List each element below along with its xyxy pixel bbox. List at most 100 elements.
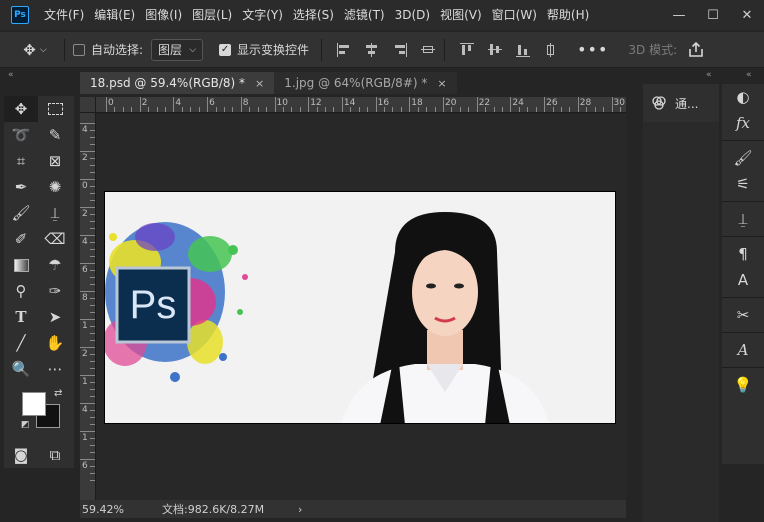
maximize-button[interactable]: ☐ [696,0,730,30]
move-tool-preset[interactable]: ✥ ⌵ [14,41,56,59]
menu-filter[interactable]: 滤镜(T) [339,0,390,30]
menu-select[interactable]: 选择(S) [288,0,339,30]
show-transform-checkbox[interactable]: ✓ [219,43,232,56]
collapse-panel-icon[interactable]: « [706,70,712,80]
move-tool-icon[interactable]: ✥ [4,96,38,122]
pen-tool-icon[interactable]: ✑ [38,278,72,304]
align-middle-vertical-icon[interactable] [487,42,503,58]
history-brush-tool-icon[interactable]: ✐ [4,226,38,252]
frame-tool-icon[interactable]: ⊠ [38,148,72,174]
ruler-minor-tick [90,333,95,334]
ruler-tick [274,97,276,112]
tool-presets-icon[interactable]: ✂ [722,302,764,328]
photoshop-logo[interactable]: Ps [11,6,29,24]
ruler-minor-tick [90,466,95,467]
menu-edit[interactable]: 编辑(E) [89,0,140,30]
ruler-minor-tick [90,298,95,299]
more-options-icon[interactable]: ••• [577,40,608,59]
align-bottom-icon[interactable] [515,42,531,58]
default-colors-icon[interactable]: ◩ [21,420,30,430]
character-styles-icon[interactable]: A [722,267,764,293]
tab-1-jpg[interactable]: 1.jpg @ 64%(RGB/8#) * × [274,72,457,94]
menu-image[interactable]: 图像(I) [140,0,187,30]
clone-stamp-tool-icon[interactable]: ⍊ [38,200,72,226]
close-icon[interactable]: × [255,77,264,90]
glyphs-icon[interactable]: A [722,337,764,363]
foreground-color-swatch[interactable] [22,392,46,416]
align-top-icon[interactable] [459,42,475,58]
fx-styles-icon[interactable]: fx [722,110,764,136]
eyedropper-tool-icon[interactable]: ✒ [4,174,38,200]
ruler-minor-tick [90,445,95,446]
adjustments-icon[interactable]: ◐ [722,84,764,110]
status-menu-arrow[interactable]: › [298,503,302,516]
eraser-tool-icon[interactable]: ⌫ [38,226,72,252]
ruler-label: 8 [242,98,249,108]
align-center-horizontal-icon[interactable] [364,42,380,58]
auto-select-checkbox[interactable] [73,43,85,56]
quick-selection-tool-icon[interactable]: ✎ [38,122,72,148]
zoom-tool-icon[interactable]: 🔍 [4,356,38,382]
screen-mode-icon[interactable]: ⧉ [38,442,72,468]
tab-18-psd[interactable]: 18.psd @ 59.4%(RGB/8) * × [80,72,275,94]
ruler-minor-tick [518,107,520,112]
share-icon[interactable] [687,41,705,59]
brush-settings-icon[interactable]: 🖌 [722,145,764,171]
menu-window[interactable]: 窗口(W) [487,0,542,30]
dodge-tool-icon[interactable]: ⚲ [4,278,38,304]
learn-icon[interactable]: 💡 [722,372,764,398]
close-button[interactable]: ✕ [730,0,764,30]
document-workspace[interactable]: Ps [96,114,626,500]
path-selection-tool-icon[interactable]: ➤ [38,304,72,330]
lasso-tool-icon[interactable]: ➰ [4,122,38,148]
menu-layer[interactable]: 图层(L) [187,0,237,30]
minimize-button[interactable]: — [662,0,696,30]
document-canvas[interactable]: Ps [104,191,616,424]
ruler-tick [106,97,107,112]
blur-tool-icon[interactable]: ☂ [38,252,72,278]
menu-file[interactable]: 文件(F) [39,0,89,30]
spot-healing-tool-icon[interactable]: ✺ [38,174,72,200]
ruler-minor-tick [90,172,95,173]
chevron-down-icon: ⌵ [39,44,47,55]
brush-presets-icon[interactable]: ⚟ [722,171,764,197]
hand-tool-icon[interactable]: ✋ [38,330,72,356]
horizontal-ruler[interactable]: 0 2 4 6 8 10 12 14 16 18 20 22 24 26 28 30 [96,97,626,113]
align-right-icon[interactable] [392,42,408,58]
collapse-dock-icon[interactable]: « [746,70,752,80]
menu-view[interactable]: 视图(V) [435,0,487,30]
type-tool-icon[interactable]: T [4,304,38,330]
gradient-tool-icon[interactable] [4,252,38,278]
quick-mask-icon[interactable]: ◙ [4,442,38,468]
marquee-tool-icon[interactable] [38,96,72,122]
ruler-minor-tick [493,107,495,112]
menu-3d[interactable]: 3D(D) [390,0,435,30]
ruler-minor-tick [90,326,95,327]
align-left-icon[interactable] [336,42,352,58]
ruler-minor-tick [90,340,95,341]
close-icon[interactable]: × [437,77,446,90]
menu-help[interactable]: 帮助(H) [542,0,594,30]
ruler-minor-tick [90,165,95,166]
swap-colors-icon[interactable]: ⇄ [54,388,62,399]
auto-select-target-dropdown[interactable]: 图层 ⌵ [151,38,204,61]
zoom-level[interactable]: 59.42% [80,503,142,516]
canvas-artwork: Ps [105,212,550,423]
brush-tool-icon[interactable]: 🖌 [4,200,38,226]
clone-source-icon[interactable]: ⍊ [722,206,764,232]
menu-type[interactable]: 文字(Y) [237,0,288,30]
distribute-vertical-icon[interactable] [420,42,436,58]
channels-panel-tab[interactable]: 通... [643,84,719,122]
ruler-label: 8 [82,293,88,303]
paragraph-styles-icon[interactable]: ¶ [722,241,764,267]
ruler-origin[interactable] [80,97,96,113]
ruler-label: 4 [82,125,88,135]
line-tool-icon[interactable]: ╱ [4,330,38,356]
vertical-ruler[interactable]: 4 2 0 2 4 6 8 1 2 1 4 1 6 [80,113,96,500]
collapse-toolbar-icon[interactable]: « [8,70,14,80]
ruler-label: 6 [82,265,88,275]
crop-tool-icon[interactable]: ⌗ [4,148,38,174]
more-tools-icon[interactable]: ⋯ [38,356,72,382]
distribute-horizontal-icon[interactable] [543,42,559,58]
portrait-graphic [341,212,550,423]
